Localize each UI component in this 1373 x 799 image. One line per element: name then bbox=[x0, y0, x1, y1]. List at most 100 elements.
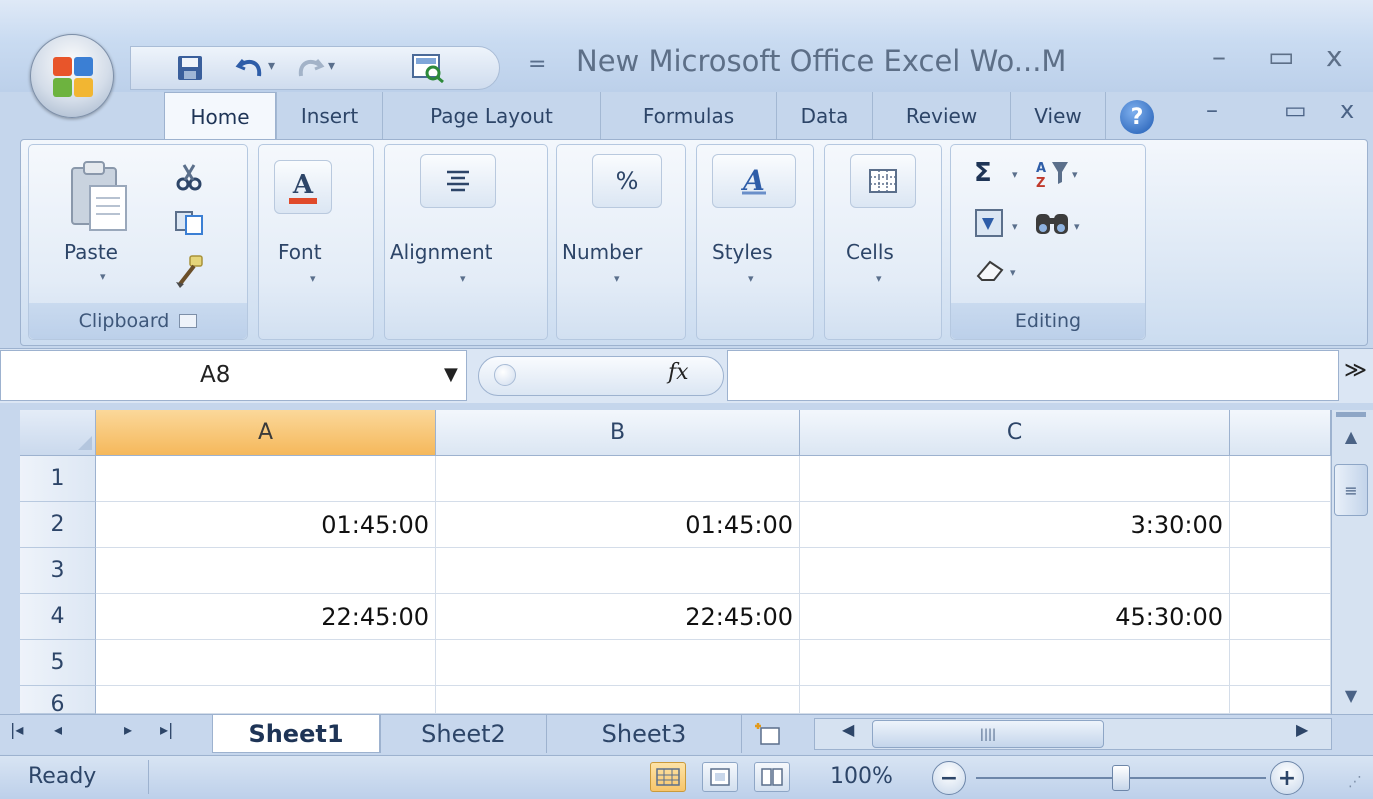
alignment-dropdown-icon[interactable]: ▾ bbox=[460, 272, 466, 285]
restore-button[interactable]: ▭ bbox=[1268, 40, 1294, 73]
formula-input[interactable] bbox=[727, 350, 1339, 401]
alignment-group-label[interactable]: Alignment bbox=[390, 240, 492, 264]
number-dropdown-icon[interactable]: ▾ bbox=[614, 272, 620, 285]
customize-qat-icon[interactable]: = bbox=[528, 52, 546, 77]
cell-a2[interactable]: 01:45:00 bbox=[96, 502, 436, 548]
insert-sheet-icon[interactable] bbox=[748, 720, 788, 748]
cell-d6[interactable] bbox=[1230, 686, 1331, 714]
copy-icon[interactable] bbox=[174, 208, 206, 240]
clear-dropdown-icon[interactable]: ▾ bbox=[1010, 266, 1016, 279]
sort-filter-icon[interactable]: AZ bbox=[1034, 158, 1070, 194]
find-select-dropdown-icon[interactable]: ▾ bbox=[1074, 220, 1080, 233]
cell-c3[interactable] bbox=[800, 548, 1230, 594]
cell-b2[interactable]: 01:45:00 bbox=[436, 502, 800, 548]
cell-b6[interactable] bbox=[436, 686, 800, 714]
help-icon[interactable]: ? bbox=[1120, 100, 1154, 134]
paste-dropdown-icon[interactable]: ▾ bbox=[100, 270, 106, 283]
workbook-restore-button[interactable]: ▭ bbox=[1284, 96, 1307, 124]
row-header[interactable]: 2 bbox=[20, 502, 96, 548]
row-header[interactable]: 5 bbox=[20, 640, 96, 686]
cell-d3[interactable] bbox=[1230, 548, 1331, 594]
cell-d1[interactable] bbox=[1230, 456, 1331, 502]
row-header[interactable]: 1 bbox=[20, 456, 96, 502]
workbook-close-button[interactable]: x bbox=[1340, 96, 1354, 124]
zoom-out-button[interactable]: − bbox=[932, 761, 966, 795]
fill-icon[interactable] bbox=[974, 208, 1006, 242]
cell-c5[interactable] bbox=[800, 640, 1230, 686]
tab-review[interactable]: Review bbox=[872, 92, 1010, 140]
tab-insert[interactable]: Insert bbox=[276, 92, 382, 140]
insert-function-button[interactable]: fx bbox=[668, 360, 689, 385]
formula-bar-handle-icon[interactable] bbox=[494, 364, 516, 386]
split-handle-icon[interactable] bbox=[1336, 412, 1366, 417]
fill-dropdown-icon[interactable]: ▾ bbox=[1012, 220, 1018, 233]
expand-formula-bar-icon[interactable]: ≫ bbox=[1344, 358, 1367, 383]
zoom-level[interactable]: 100% bbox=[830, 764, 893, 789]
normal-view-icon[interactable] bbox=[650, 762, 686, 792]
previous-sheet-icon[interactable]: ◂ bbox=[54, 720, 62, 739]
scroll-right-icon[interactable]: ▶ bbox=[1296, 720, 1308, 739]
first-sheet-icon[interactable]: |◂ bbox=[10, 720, 23, 739]
zoom-in-button[interactable]: + bbox=[1270, 761, 1304, 795]
font-group-label[interactable]: Font bbox=[278, 240, 322, 264]
vertical-scroll-thumb[interactable]: ≡ bbox=[1334, 464, 1368, 516]
cell-d2[interactable] bbox=[1230, 502, 1331, 548]
number-group-label[interactable]: Number bbox=[562, 240, 642, 264]
cell-c6[interactable] bbox=[800, 686, 1230, 714]
cell-d5[interactable] bbox=[1230, 640, 1331, 686]
sheet-tab-sheet2[interactable]: Sheet2 bbox=[380, 715, 546, 753]
row-header[interactable]: 3 bbox=[20, 548, 96, 594]
paste-icon[interactable] bbox=[68, 160, 132, 234]
cell-a5[interactable] bbox=[96, 640, 436, 686]
clear-icon[interactable] bbox=[974, 258, 1006, 286]
next-sheet-icon[interactable]: ▸ bbox=[124, 720, 132, 739]
cell-b1[interactable] bbox=[436, 456, 800, 502]
styles-dropdown-icon[interactable]: ▾ bbox=[748, 272, 754, 285]
tab-view[interactable]: View bbox=[1010, 92, 1106, 140]
resize-grip-icon[interactable]: ⋰ bbox=[1348, 774, 1362, 790]
cell-a3[interactable] bbox=[96, 548, 436, 594]
vertical-scrollbar[interactable] bbox=[1331, 410, 1373, 715]
column-header-a[interactable]: A bbox=[96, 410, 436, 456]
cell-a1[interactable] bbox=[96, 456, 436, 502]
minimize-button[interactable]: – bbox=[1212, 40, 1226, 73]
find-select-icon[interactable] bbox=[1034, 208, 1072, 242]
autosum-icon[interactable]: Σ bbox=[974, 158, 992, 188]
column-header-c[interactable]: C bbox=[800, 410, 1230, 456]
name-box-dropdown-icon[interactable]: ▼ bbox=[444, 364, 458, 385]
sort-filter-dropdown-icon[interactable]: ▾ bbox=[1072, 168, 1078, 181]
select-all-button[interactable] bbox=[20, 410, 96, 456]
page-layout-view-icon[interactable] bbox=[702, 762, 738, 792]
column-header-b[interactable]: B bbox=[436, 410, 800, 456]
undo-icon[interactable] bbox=[232, 52, 268, 84]
dialog-launcher-icon[interactable] bbox=[179, 314, 198, 328]
row-header[interactable]: 4 bbox=[20, 594, 96, 640]
cell-c2[interactable]: 3:30:00 bbox=[800, 502, 1230, 548]
print-preview-icon[interactable] bbox=[410, 52, 446, 84]
workbook-minimize-button[interactable]: – bbox=[1206, 96, 1218, 124]
cell-c4[interactable]: 45:30:00 bbox=[800, 594, 1230, 640]
font-dropdown-icon[interactable]: ▾ bbox=[310, 272, 316, 285]
cell-c1[interactable] bbox=[800, 456, 1230, 502]
cell-b3[interactable] bbox=[436, 548, 800, 594]
format-painter-icon[interactable] bbox=[172, 254, 206, 292]
page-break-preview-icon[interactable] bbox=[754, 762, 790, 792]
scroll-left-icon[interactable]: ◀ bbox=[842, 720, 854, 739]
horizontal-scroll-thumb[interactable]: |||| bbox=[872, 720, 1104, 748]
tab-page-layout[interactable]: Page Layout bbox=[382, 92, 600, 140]
sheet-tab-sheet3[interactable]: Sheet3 bbox=[546, 715, 742, 753]
cells-dropdown-icon[interactable]: ▾ bbox=[876, 272, 882, 285]
cell-b5[interactable] bbox=[436, 640, 800, 686]
redo-dropdown-icon[interactable]: ▾ bbox=[328, 58, 335, 74]
sheet-tab-sheet1[interactable]: Sheet1 bbox=[212, 715, 380, 753]
tab-home[interactable]: Home bbox=[164, 92, 276, 140]
cut-icon[interactable] bbox=[174, 162, 204, 196]
last-sheet-icon[interactable]: ▸| bbox=[160, 720, 173, 739]
cell-a4[interactable]: 22:45:00 bbox=[96, 594, 436, 640]
zoom-slider-thumb[interactable] bbox=[1112, 765, 1130, 791]
save-icon[interactable] bbox=[172, 52, 208, 84]
name-box[interactable] bbox=[0, 350, 467, 401]
column-header-d[interactable] bbox=[1230, 410, 1331, 456]
styles-group-label[interactable]: Styles bbox=[712, 240, 773, 264]
autosum-dropdown-icon[interactable]: ▾ bbox=[1012, 168, 1018, 181]
